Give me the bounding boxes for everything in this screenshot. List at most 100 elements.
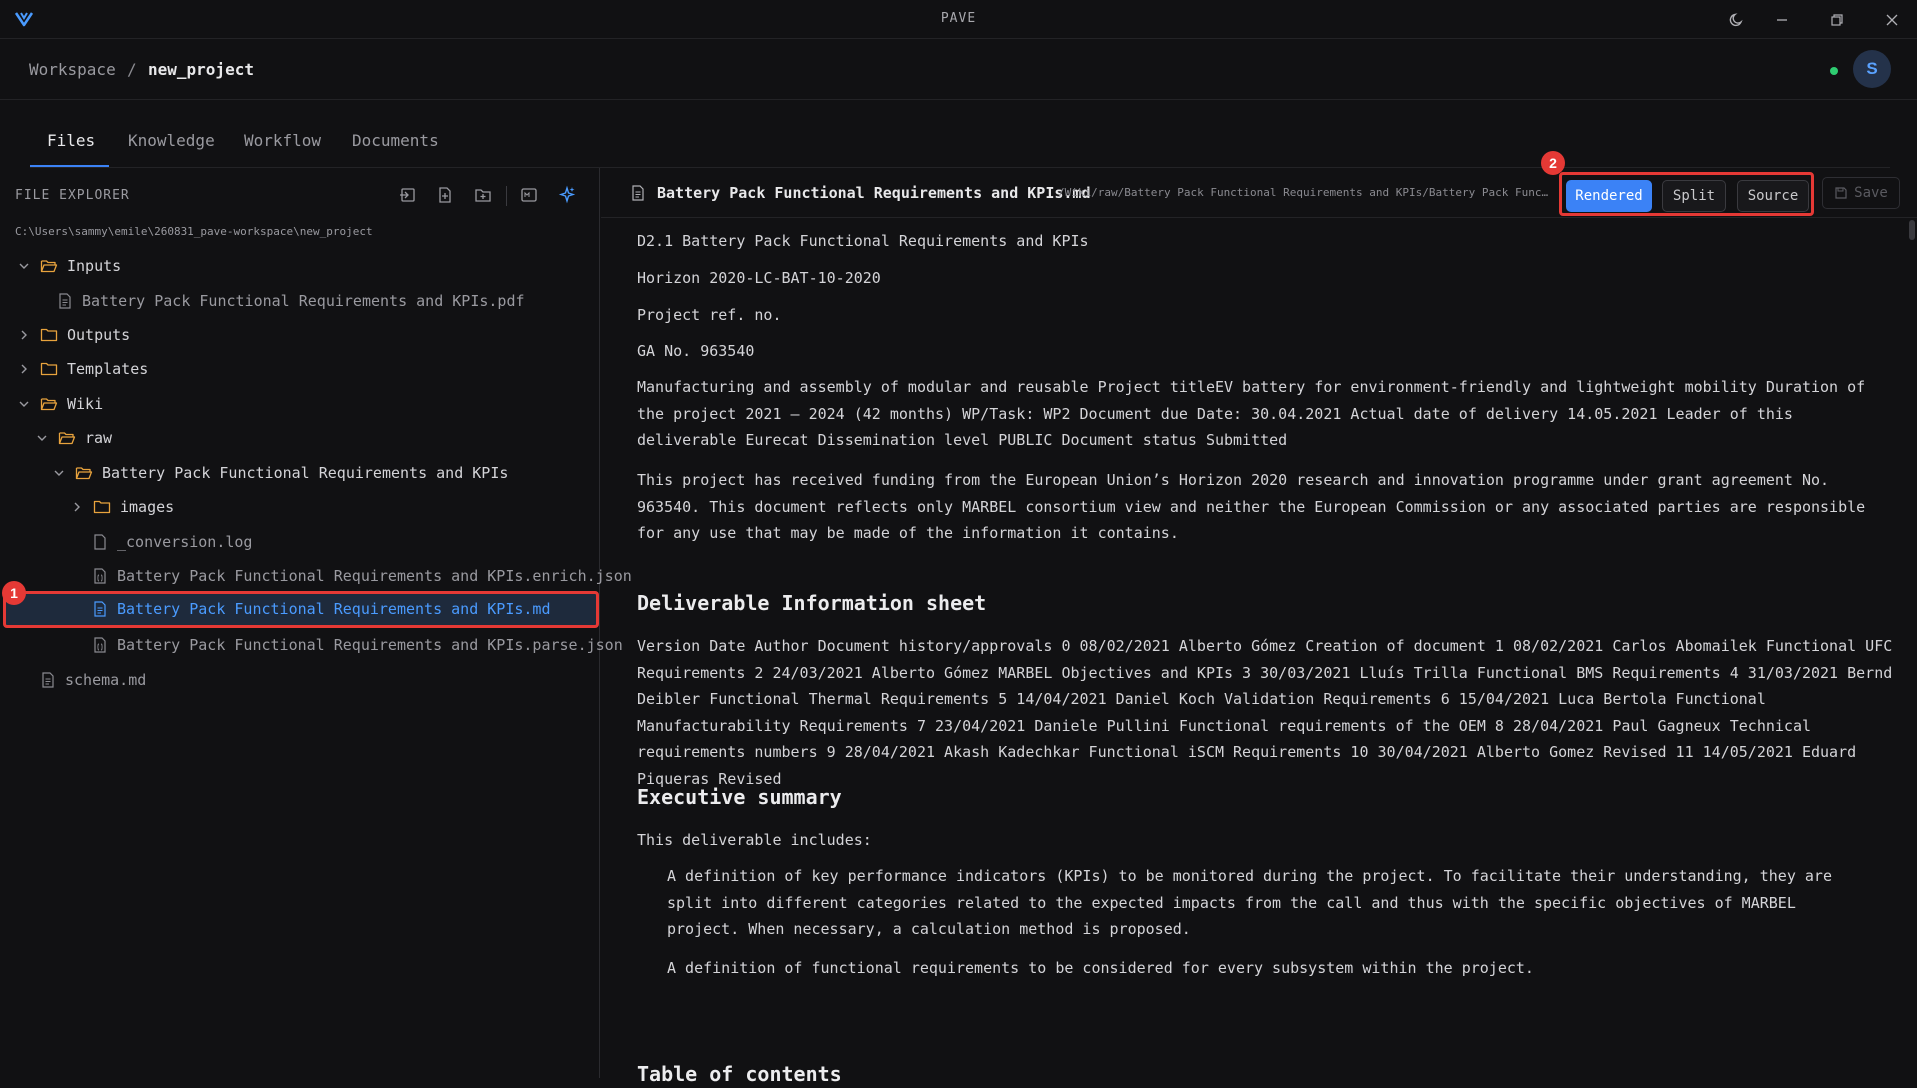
tree-label: Battery Pack Functional Requirements and… — [117, 600, 551, 618]
annotation-badge-2: 2 — [1541, 151, 1565, 175]
tree-label: Templates — [67, 360, 149, 378]
open-file-path: /Wiki/raw/Battery Pack Functional Requir… — [1058, 186, 1551, 199]
file-icon — [59, 293, 71, 309]
doc-paragraph: Version Date Author Document history/app… — [637, 637, 1893, 788]
minimize-icon[interactable] — [1770, 8, 1794, 32]
folder-open-icon — [40, 398, 58, 411]
user-avatar[interactable]: S — [1853, 50, 1891, 88]
tree-file-enrich-json[interactable]: Battery Pack Functional Requirements and… — [0, 561, 632, 591]
tree-file-conversion-log[interactable]: _conversion.log — [0, 527, 600, 557]
doc-paragraph: This project has received funding from t… — [637, 471, 1866, 542]
tree-label: Outputs — [67, 326, 131, 344]
tree-folder-raw[interactable]: raw — [0, 423, 600, 453]
breadcrumb-workspace[interactable]: Workspace — [29, 60, 116, 79]
file-explorer: FILE EXPLORER C:\Users\sammy\emile\26083… — [0, 168, 632, 1078]
file-explorer-title: FILE EXPLORER — [15, 188, 130, 203]
scrollbar-thumb[interactable] — [1909, 220, 1915, 240]
new-file-icon[interactable] — [434, 184, 456, 206]
file-toolbar: Battery Pack Functional Requirements and… — [601, 151, 1917, 218]
folder-icon — [93, 500, 111, 514]
doc-line: Project ref. no. — [637, 306, 782, 324]
import-file-icon[interactable] — [397, 184, 419, 206]
connection-status-dot — [1830, 67, 1838, 75]
json-file-icon — [94, 568, 106, 584]
header: Workspace / new_project S — [0, 40, 1917, 100]
chevron-right-icon — [74, 502, 80, 512]
doc-line: GA No. 963540 — [637, 342, 755, 360]
chevron-right-icon — [21, 364, 27, 374]
tree-label: Inputs — [67, 257, 122, 275]
breadcrumb-separator: / — [127, 60, 137, 79]
rendered-button[interactable]: Rendered — [1566, 180, 1652, 212]
tree-label: schema.md — [65, 671, 147, 689]
view-mode-group: Rendered Split Source — [1559, 172, 1814, 216]
folder-icon — [40, 328, 58, 342]
tree-label: Battery Pack Functional Requirements and… — [102, 464, 509, 482]
tree-label: raw — [85, 429, 113, 447]
doc-heading: Executive summary — [637, 785, 842, 809]
markdown-file-icon — [94, 601, 106, 617]
tree-file-parse-json[interactable]: Battery Pack Functional Requirements and… — [0, 630, 623, 660]
toolbar-separator — [506, 186, 507, 206]
chevron-down-icon — [19, 401, 29, 407]
save-icon — [1835, 187, 1847, 199]
folder-open-icon — [40, 260, 58, 273]
tab-knowledge[interactable]: Knowledge — [128, 131, 215, 150]
tree-folder-inputs[interactable]: Inputs — [0, 251, 600, 281]
tree-label: images — [120, 498, 175, 516]
open-file-name: Battery Pack Functional Requirements and… — [657, 184, 1091, 202]
folder-open-icon — [75, 467, 93, 480]
markdown-icon[interactable] — [518, 184, 540, 206]
save-button[interactable]: Save — [1822, 177, 1900, 209]
doc-list-item: A definition of functional requirements … — [667, 959, 1534, 977]
tree-file-pdf[interactable]: Battery Pack Functional Requirements and… — [0, 286, 600, 316]
tree-label: _conversion.log — [117, 533, 253, 551]
tree-file-md-selected[interactable]: Battery Pack Functional Requirements and… — [3, 591, 599, 628]
chevron-right-icon — [21, 330, 27, 340]
annotation-badge-1: 1 — [2, 581, 26, 605]
chevron-down-icon — [37, 435, 47, 441]
doc-heading: Deliverable Information sheet — [637, 591, 987, 615]
tree-folder-outputs[interactable]: Outputs — [0, 320, 600, 350]
tree-folder-templates[interactable]: Templates — [0, 354, 600, 384]
chevron-down-icon — [54, 470, 64, 476]
markdown-file-icon — [632, 185, 644, 201]
split-button[interactable]: Split — [1662, 180, 1726, 212]
doc-line: Horizon 2020-LC-BAT-10-2020 — [637, 269, 881, 287]
breadcrumb-project: new_project — [148, 60, 254, 79]
file-icon — [42, 672, 54, 688]
tab-workflow[interactable]: Workflow — [244, 131, 321, 150]
tree-folder-images[interactable]: images — [0, 492, 600, 522]
json-file-icon — [94, 637, 106, 653]
workspace-path: C:\Users\sammy\emile\260831_pave-workspa… — [15, 225, 373, 238]
file-icon — [94, 534, 106, 550]
close-icon[interactable] — [1880, 8, 1904, 32]
doc-paragraph: Manufacturing and assembly of modular an… — [637, 378, 1866, 449]
tree-label: Battery Pack Functional Requirements and… — [117, 636, 623, 654]
main-tabs: Files Knowledge Workflow Documents — [0, 101, 1917, 168]
tab-documents[interactable]: Documents — [352, 131, 439, 150]
app-title: PAVE — [940, 11, 977, 26]
tree-label: Wiki — [67, 395, 104, 413]
doc-line: D2.1 Battery Pack Functional Requirement… — [637, 232, 1089, 250]
editor-pane: Battery Pack Functional Requirements and… — [601, 151, 1917, 1086]
new-folder-icon[interactable] — [472, 184, 494, 206]
tree-label: Battery Pack Functional Requirements and… — [82, 292, 525, 310]
folder-icon — [40, 362, 58, 376]
sparkle-ai-icon[interactable] — [556, 184, 578, 206]
tree-file-schema[interactable]: schema.md — [0, 665, 600, 695]
theme-toggle-icon[interactable] — [1725, 8, 1749, 32]
doc-paragraph: This deliverable includes: — [637, 831, 872, 849]
tree-label: Battery Pack Functional Requirements and… — [117, 567, 632, 585]
folder-open-icon — [58, 432, 76, 445]
save-label: Save — [1854, 185, 1888, 201]
restore-icon[interactable] — [1825, 8, 1849, 32]
tree-folder-wiki[interactable]: Wiki — [0, 389, 600, 419]
chevron-down-icon — [19, 263, 29, 269]
tab-files[interactable]: Files — [47, 131, 95, 150]
source-button[interactable]: Source — [1737, 180, 1809, 212]
doc-heading: Table of contents — [637, 1062, 842, 1086]
title-bar: PAVE — [0, 0, 1917, 39]
doc-list-item: A definition of key performance indicato… — [667, 867, 1832, 938]
tree-folder-battery-pack[interactable]: Battery Pack Functional Requirements and… — [0, 458, 600, 488]
